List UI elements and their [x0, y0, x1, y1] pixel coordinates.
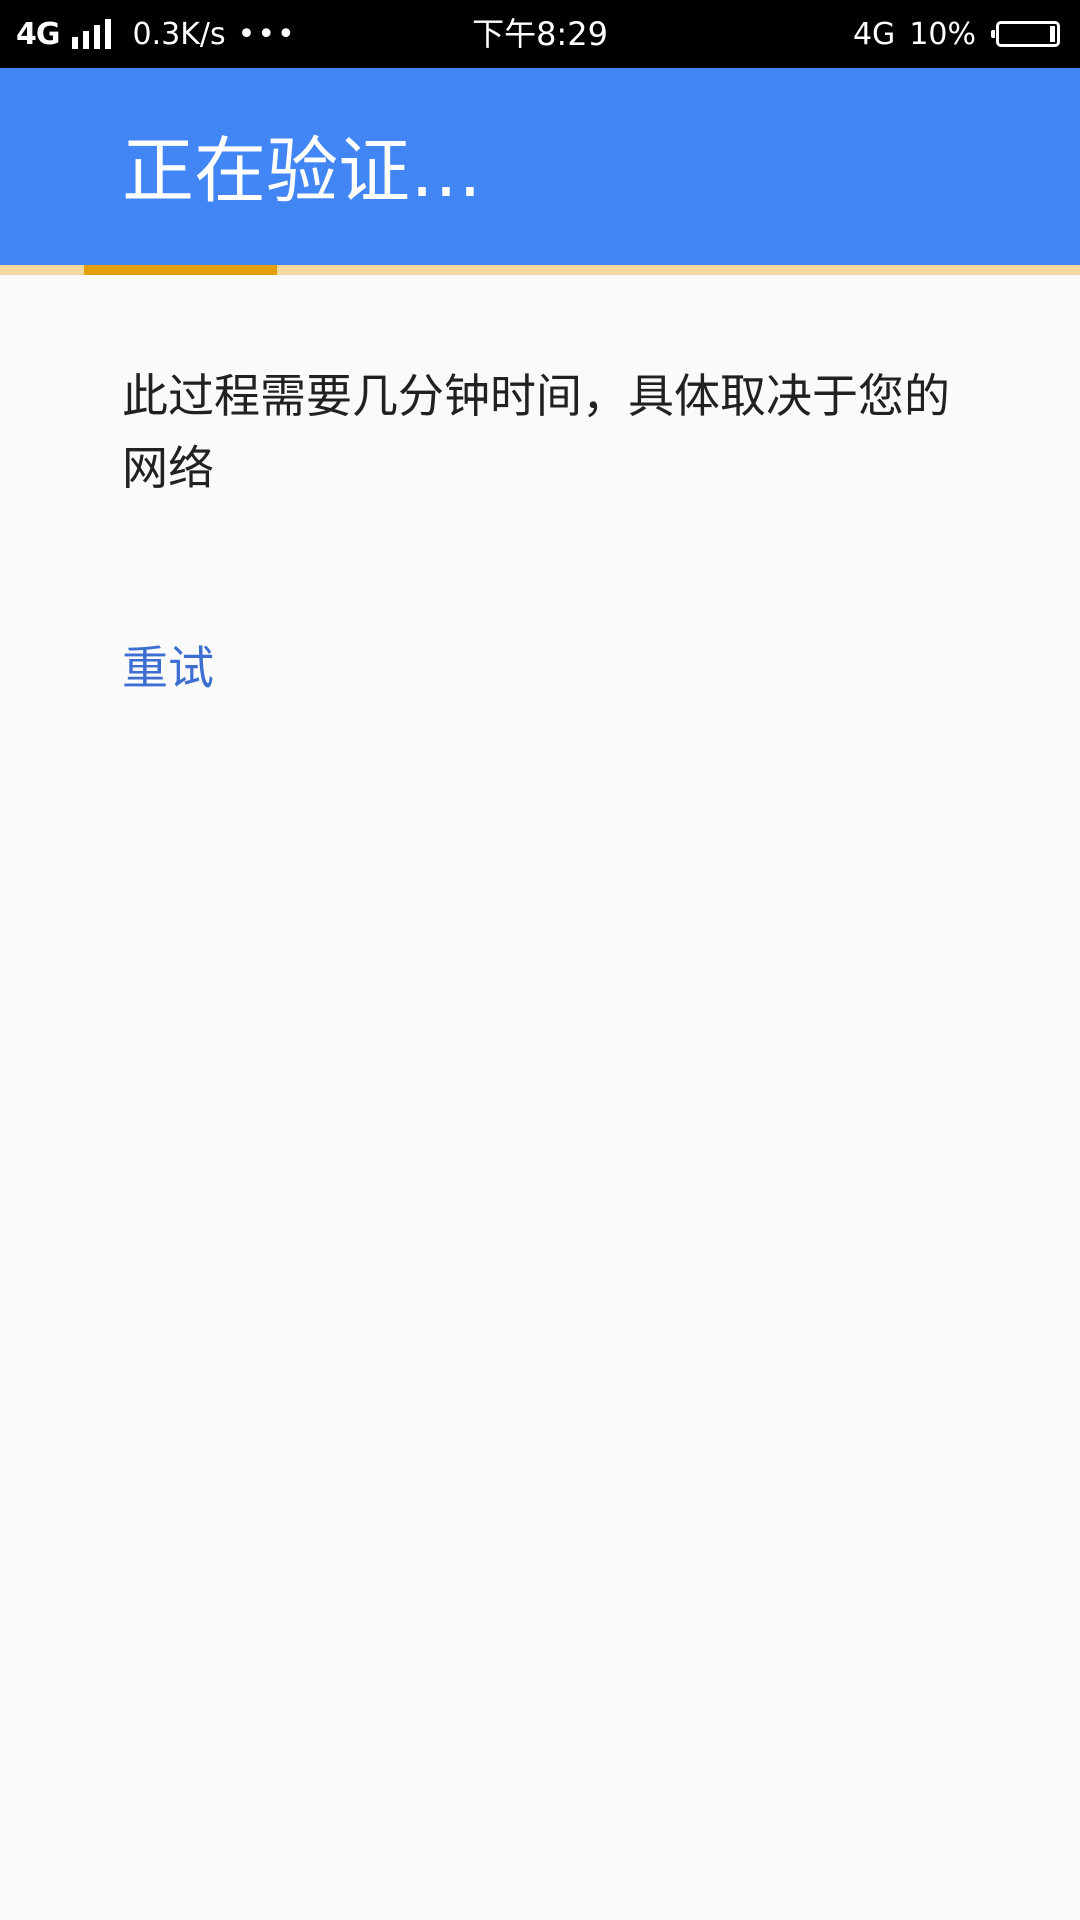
mobile-data-icon: 4G [852, 16, 896, 52]
main-content: 此过程需要几分钟时间，具体取决于您的网络 重试 [122, 360, 962, 695]
status-bar: 4G 0.3K/s ••• 下午8:29 4G 10% [0, 0, 1080, 68]
progress-indicator [84, 265, 277, 275]
battery-percent: 10% [909, 16, 976, 52]
battery-level-fill [1050, 26, 1055, 42]
app-bar: 正在验证… [0, 68, 1080, 265]
progress-bar [0, 265, 1080, 275]
retry-button[interactable]: 重试 [122, 632, 214, 698]
page-title: 正在验证… [122, 129, 483, 213]
verification-message: 此过程需要几分钟时间，具体取决于您的网络 [122, 369, 950, 495]
status-bar-right: 4G 10% [853, 0, 1060, 68]
battery-icon [991, 21, 1060, 47]
